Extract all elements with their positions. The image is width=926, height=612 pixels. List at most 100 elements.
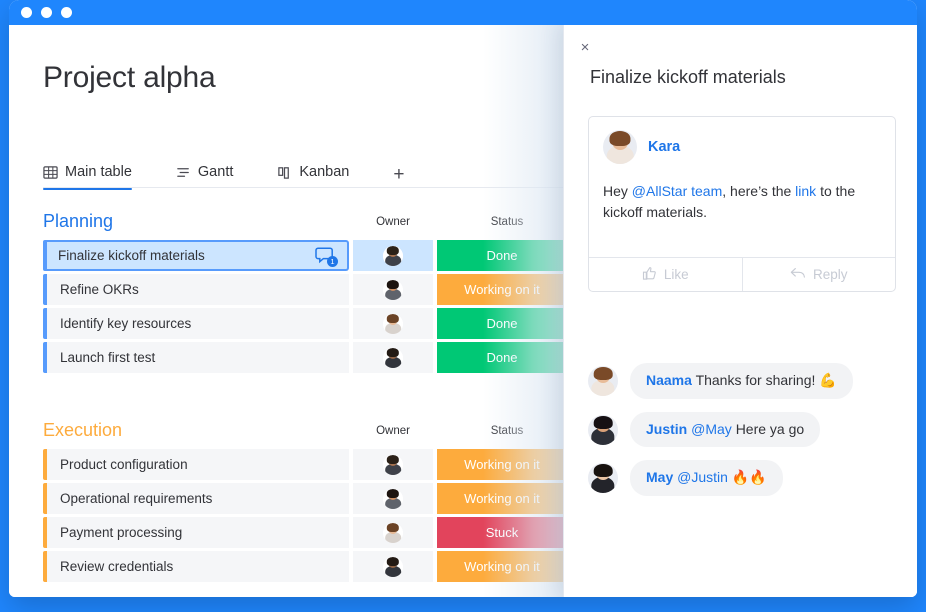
reply-arrow-icon: [790, 266, 806, 283]
table-row[interactable]: Refine OKRs Working on it: [43, 274, 567, 305]
reply-mention[interactable]: @Justin: [677, 469, 728, 485]
window-body: Project alpha Main table Gantt Kanban + …: [9, 25, 917, 597]
tab-kanban[interactable]: Kanban: [277, 157, 363, 187]
comment-author-row: Kara: [603, 130, 881, 164]
table-row[interactable]: Review credentials Working on it: [43, 551, 567, 582]
row-status-cell[interactable]: Working on it: [437, 551, 567, 582]
column-header-status: Status: [490, 425, 524, 437]
group-planning: Planning Owner Status Finalize kickoff m…: [43, 211, 567, 373]
reply-author-name[interactable]: Naama: [646, 372, 692, 388]
window-close-dot[interactable]: [21, 7, 32, 18]
comment-text-part2: , here’s the: [722, 183, 796, 199]
row-status-cell[interactable]: Done: [437, 308, 567, 339]
row-status-cell[interactable]: Done: [437, 240, 567, 271]
avatar: [588, 366, 618, 396]
replies-list: Naama Thanks for sharing! 💪 Justin @May …: [588, 363, 898, 509]
row-name-cell[interactable]: Operational requirements: [47, 483, 349, 514]
row-owner-cell[interactable]: [353, 308, 433, 339]
gantt-icon: [176, 165, 191, 180]
close-icon[interactable]: ×: [574, 37, 596, 59]
avatar: [383, 313, 403, 334]
comment-actions: Like Reply: [589, 257, 895, 291]
column-header-owner: Owner: [376, 425, 410, 437]
row-status-cell[interactable]: Working on it: [437, 483, 567, 514]
status-badge: Stuck: [485, 525, 519, 540]
reply-bubble[interactable]: Justin @May Here ya go: [630, 412, 821, 447]
reply-emoji: 💪: [819, 373, 837, 389]
row-name-cell[interactable]: Launch first test: [47, 342, 349, 373]
comment-body: Kara Hey @AllStar team, here’s the link …: [589, 117, 895, 257]
row-name-cell[interactable]: Review credentials: [47, 551, 349, 582]
reply-button[interactable]: Reply: [741, 258, 896, 291]
tab-main-table-label: Main table: [65, 164, 132, 180]
reply-bubble[interactable]: May @Justin 🔥🔥: [630, 460, 783, 496]
app-window: Project alpha Main table Gantt Kanban + …: [9, 0, 917, 597]
table-row[interactable]: Product configuration Working on it: [43, 449, 567, 480]
avatar: [588, 414, 618, 445]
row-owner-cell[interactable]: [353, 483, 433, 514]
tab-main-table[interactable]: Main table: [43, 157, 146, 190]
status-badge: Done: [486, 350, 518, 365]
window-titlebar: [9, 0, 917, 25]
comment-count-badge: 1: [327, 255, 338, 267]
row-owner-cell[interactable]: [353, 517, 433, 548]
row-name-cell[interactable]: Finalize kickoff materials 1: [47, 240, 349, 271]
row-name-cell[interactable]: Payment processing: [47, 517, 349, 548]
reply-label: Reply: [812, 267, 848, 282]
tab-gantt[interactable]: Gantt: [176, 157, 247, 187]
add-view-button[interactable]: +: [393, 165, 404, 187]
reply-author-name[interactable]: May: [646, 469, 673, 485]
row-owner-cell[interactable]: [353, 449, 433, 480]
column-header-owner: Owner: [376, 216, 410, 228]
row-owner-cell[interactable]: [353, 274, 433, 305]
row-owner-cell[interactable]: [353, 342, 433, 373]
table-row[interactable]: Payment processing Stuck: [43, 517, 567, 548]
row-status-cell[interactable]: Stuck: [437, 517, 567, 548]
group-execution: Execution Owner Status Product configura…: [43, 420, 567, 582]
list-item: Naama Thanks for sharing! 💪: [588, 363, 898, 399]
status-badge: Working on it: [464, 559, 540, 574]
table-row[interactable]: Operational requirements Working on it: [43, 483, 567, 514]
window-maximize-dot[interactable]: [61, 7, 72, 18]
avatar: [383, 522, 403, 543]
row-name-cell[interactable]: Identify key resources: [47, 308, 349, 339]
row-name-cell[interactable]: Refine OKRs: [47, 274, 349, 305]
row-name-label: Refine OKRs: [60, 282, 139, 297]
comment-author-name[interactable]: Kara: [648, 139, 680, 155]
list-item: Justin @May Here ya go: [588, 412, 898, 447]
row-owner-cell[interactable]: [353, 240, 433, 271]
reply-mention[interactable]: @May: [691, 421, 732, 437]
avatar: [383, 488, 403, 509]
comment-link[interactable]: link: [795, 183, 816, 199]
avatar: [383, 347, 403, 368]
window-minimize-dot[interactable]: [41, 7, 52, 18]
reply-bubble[interactable]: Naama Thanks for sharing! 💪: [630, 363, 853, 399]
tab-gantt-label: Gantt: [197, 164, 234, 180]
kanban-icon: [277, 165, 292, 180]
table-row[interactable]: Finalize kickoff materials 1 Done: [43, 240, 567, 271]
comment-bubble-icon[interactable]: 1: [315, 246, 338, 267]
group-execution-header: Execution Owner Status: [43, 420, 563, 448]
table-row[interactable]: Identify key resources Done: [43, 308, 567, 339]
like-button[interactable]: Like: [589, 258, 742, 291]
group-execution-rows: Product configuration Working on it Oper…: [43, 449, 567, 585]
row-owner-cell[interactable]: [353, 551, 433, 582]
row-status-cell[interactable]: Working on it: [437, 274, 567, 305]
status-badge: Working on it: [464, 282, 540, 297]
tab-kanban-label: Kanban: [299, 164, 350, 180]
reply-author-name[interactable]: Justin: [646, 421, 687, 437]
reply-emoji: 🔥🔥: [731, 470, 767, 486]
avatar: [383, 556, 403, 577]
thumbs-up-icon: [642, 266, 657, 284]
status-badge: Working on it: [464, 491, 540, 506]
group-planning-title: Planning: [43, 211, 114, 231]
row-name-cell[interactable]: Product configuration: [47, 449, 349, 480]
row-status-cell[interactable]: Done: [437, 342, 567, 373]
status-badge: Done: [486, 316, 518, 331]
table-row[interactable]: Launch first test Done: [43, 342, 567, 373]
comment-mention[interactable]: @AllStar team: [632, 183, 722, 199]
row-status-cell[interactable]: Working on it: [437, 449, 567, 480]
row-name-label: Product configuration: [60, 457, 188, 472]
row-name-label: Operational requirements: [60, 491, 213, 506]
like-label: Like: [663, 267, 689, 282]
